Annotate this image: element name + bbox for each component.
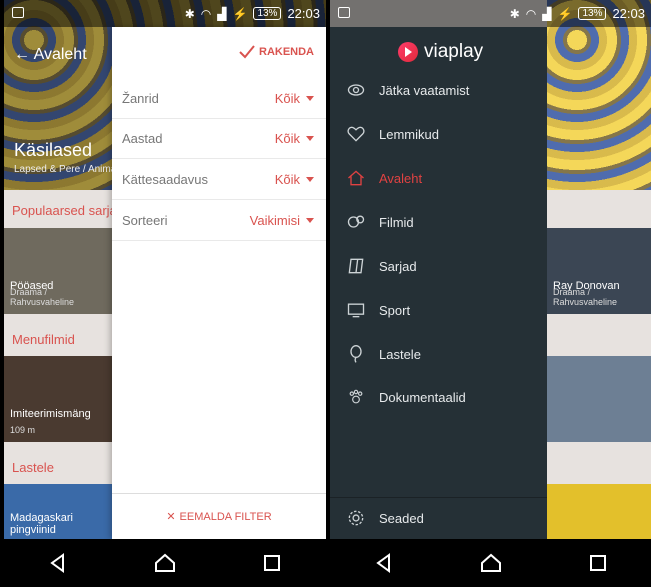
filter-label: Sorteeri	[122, 213, 168, 228]
monitor-icon	[347, 303, 365, 318]
filter-value-dropdown[interactable]: Kõik	[275, 172, 314, 187]
content-tile[interactable]: Ray Donovan Draama / Rahvusvaheline	[547, 228, 651, 314]
right-screen: Ray Donovan Draama / Rahvusvaheline ✱ ◠ …	[330, 0, 651, 587]
back-icon[interactable]	[46, 551, 70, 575]
checkmark-icon	[239, 45, 255, 59]
caret-down-icon	[306, 136, 314, 141]
film-reel-icon	[347, 215, 365, 228]
notification-icon	[338, 7, 350, 18]
section-title: Lastele	[12, 460, 54, 475]
home-icon[interactable]	[479, 551, 503, 575]
signal-icon: ▟	[542, 6, 552, 21]
filter-row-availability[interactable]: Kättesaadavus Kõik	[112, 160, 326, 200]
content-tile[interactable]	[547, 356, 651, 442]
menu-item-series[interactable]: Sarjad	[330, 248, 547, 284]
system-nav-bar	[330, 539, 651, 587]
content-tile[interactable]: Imiteerimismäng 109 m	[4, 356, 112, 442]
notification-icon	[12, 7, 24, 18]
menu-item-favorites[interactable]: Lemmikud	[330, 116, 547, 152]
caret-down-icon	[306, 96, 314, 101]
viaplay-logo: viaplay	[398, 41, 483, 63]
left-screen: ← Avaleht Käsilased Lapsed & Pere / Anim…	[4, 0, 326, 587]
tile-title: Madagaskari pingviinid	[10, 512, 73, 536]
filter-label: Aastad	[122, 131, 163, 146]
home-icon	[348, 170, 364, 186]
battery-indicator: 13%	[578, 7, 607, 20]
apply-button[interactable]: RAKENDA	[239, 45, 314, 59]
status-bar: ✱ ◠ ▟ ⚡ 13% 22:03	[330, 0, 651, 27]
settings-item[interactable]: Seaded	[330, 497, 547, 539]
charging-icon: ⚡	[232, 6, 248, 21]
filter-row-sort[interactable]: Sorteeri Vaikimisi	[112, 201, 326, 241]
battery-indicator: 13%	[253, 7, 282, 20]
remove-filter-button[interactable]: ✕ EEMALDA FILTER	[112, 493, 326, 539]
bluetooth-icon: ✱	[184, 6, 195, 21]
system-nav-bar	[4, 539, 326, 587]
tv-series-icon	[348, 258, 364, 274]
content-tile[interactable]	[547, 484, 651, 540]
caret-down-icon	[306, 218, 314, 223]
filter-label: Kättesaadavus	[122, 172, 209, 187]
recents-icon[interactable]	[586, 551, 610, 575]
menu-item-kids[interactable]: Lastele	[330, 336, 547, 372]
content-tile[interactable]: Pööased Draama / Rahvusvaheline	[4, 228, 112, 314]
home-icon[interactable]	[153, 551, 177, 575]
viaplay-logo-icon	[398, 42, 418, 62]
menu-item-continue-watching[interactable]: Jätka vaatamist	[330, 72, 547, 108]
close-icon: ✕	[166, 511, 176, 523]
filter-row-genres[interactable]: Žanrid Kõik	[112, 79, 326, 119]
eye-icon	[347, 84, 365, 96]
menu-item-home[interactable]: Avaleht	[330, 160, 547, 196]
navigation-drawer: viaplay Jätka vaatamist Lemmikud Avaleht…	[330, 27, 547, 539]
charging-icon: ⚡	[557, 6, 573, 21]
tile-title: Imiteerimismäng	[10, 408, 91, 420]
menu-item-movies[interactable]: Filmid	[330, 204, 547, 240]
filter-label: Žanrid	[122, 91, 159, 106]
caret-down-icon	[306, 177, 314, 182]
gear-icon	[348, 510, 364, 526]
wifi-icon: ◠	[200, 6, 212, 21]
apply-label: RAKENDA	[259, 46, 314, 58]
back-icon[interactable]	[372, 551, 396, 575]
signal-icon: ▟	[217, 6, 227, 21]
filter-drawer: RAKENDA Žanrid Kõik Aastad Kõik Kättesaa…	[112, 27, 326, 539]
recents-icon[interactable]	[260, 551, 284, 575]
section-title: Populaarsed sarjad	[12, 203, 125, 218]
menu-item-documentaries[interactable]: Dokumentaalid	[330, 379, 547, 415]
filter-row-years[interactable]: Aastad Kõik	[112, 119, 326, 159]
section-title: Menufilmid	[12, 332, 75, 347]
wifi-icon: ◠	[525, 6, 537, 21]
tile-subtitle: Draama / Rahvusvaheline	[553, 287, 618, 307]
clock: 22:03	[612, 6, 645, 21]
bluetooth-icon: ✱	[509, 6, 520, 21]
balloon-icon	[350, 345, 362, 363]
paw-icon	[349, 389, 363, 404]
tile-subtitle: Draama / Rahvusvaheline	[10, 287, 75, 307]
filter-value-dropdown[interactable]: Kõik	[275, 131, 314, 146]
heart-icon	[347, 126, 365, 142]
content-tile[interactable]: Madagaskari pingviinid	[4, 484, 112, 540]
clock: 22:03	[287, 6, 320, 21]
hero-title: Käsilased	[14, 140, 93, 160]
tile-subtitle: 109 m	[10, 425, 36, 435]
status-bar: ✱ ◠ ▟ ⚡ 13% 22:03	[4, 0, 326, 27]
menu-item-sport[interactable]: Sport	[330, 292, 547, 328]
filter-value-dropdown[interactable]: Vaikimisi	[250, 213, 314, 228]
filter-value-dropdown[interactable]: Kõik	[275, 91, 314, 106]
back-title[interactable]: ← Avaleht	[14, 46, 87, 64]
